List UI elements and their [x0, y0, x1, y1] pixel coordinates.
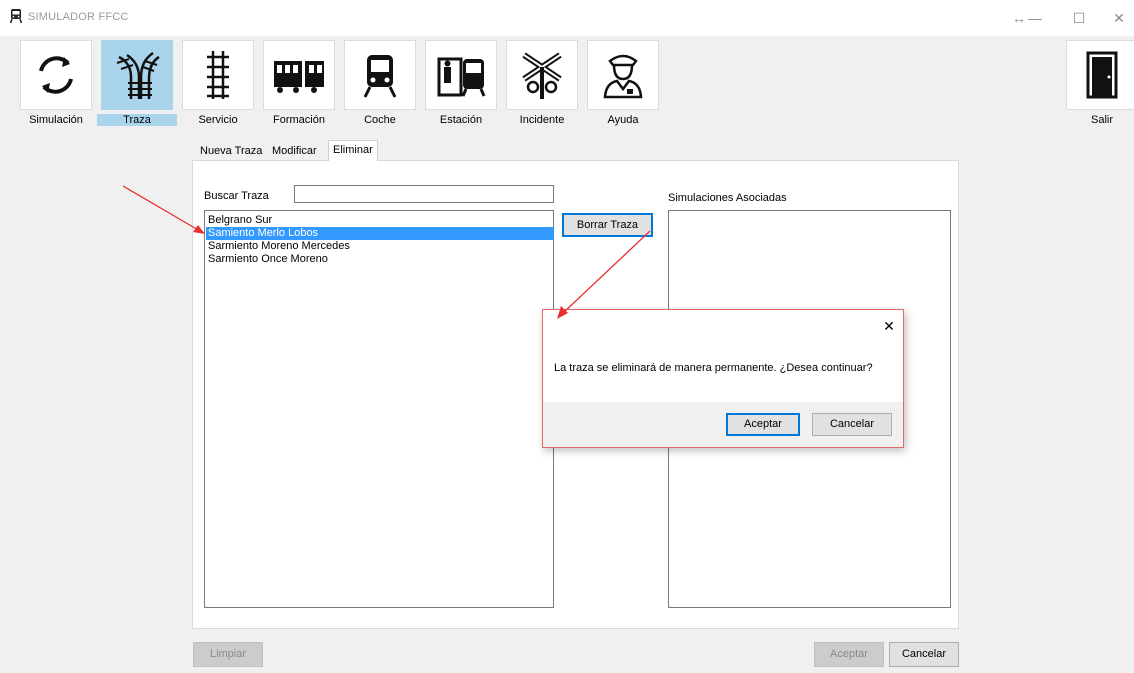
dialog-accept-button[interactable]: Aceptar: [726, 413, 800, 436]
toolbar-label-ayuda: Ayuda: [607, 114, 639, 126]
refresh-icon: [39, 56, 73, 94]
list-item[interactable]: Sarmiento Moreno Mercedes: [206, 240, 554, 253]
station-tool-button[interactable]: [425, 40, 497, 110]
railroad-crossing-icon: [522, 52, 562, 99]
toolbar-label-salir: Salir: [1090, 114, 1113, 126]
train-cars-icon: [274, 61, 324, 93]
incident-tool-button[interactable]: [506, 40, 578, 110]
window-title: SIMULADOR FFCC: [28, 11, 129, 23]
footer-accept-button[interactable]: Aceptar: [814, 642, 884, 667]
dialog-footer: Aceptar Cancelar: [543, 402, 903, 447]
formation-tool-button[interactable]: [263, 40, 335, 110]
list-item-selected[interactable]: Samiento Merlo Lobos: [206, 227, 554, 240]
dialog-close-icon[interactable]: ✕: [879, 316, 899, 336]
conductor-icon: [603, 54, 643, 99]
title-bar: SIMULADOR FFCC ↔ — ☐ ✕: [0, 0, 1134, 36]
tab-modificar[interactable]: Modificar: [268, 143, 321, 160]
dialog-cancel-button[interactable]: Cancelar: [812, 413, 892, 436]
toolbar-label-simulacion: Simulación: [29, 114, 83, 126]
help-tool-button[interactable]: [587, 40, 659, 110]
tab-nueva-traza[interactable]: Nueva Traza: [196, 143, 266, 160]
trace-listbox[interactable]: Belgrano Sur Samiento Merlo Lobos Sarmie…: [204, 210, 554, 608]
toolbar-label-traza: Traza: [97, 114, 177, 126]
train-front-icon: [363, 55, 397, 98]
exit-tool-button[interactable]: [1066, 40, 1134, 110]
station-icon: [437, 57, 486, 97]
rail-track-icon: [207, 51, 229, 99]
toolbar-label-servicio: Servicio: [198, 114, 238, 126]
maximize-button[interactable]: ☐: [1064, 8, 1094, 28]
train-icon: [9, 9, 23, 24]
footer-cancel-button[interactable]: Cancelar: [889, 642, 959, 667]
simulation-tool-button[interactable]: [20, 40, 92, 110]
delete-trace-button[interactable]: Borrar Traza: [562, 213, 653, 237]
search-label: Buscar Traza: [204, 190, 269, 202]
search-input[interactable]: [294, 185, 554, 203]
toolbar-label-incidente: Incidente: [519, 114, 565, 126]
door-icon: [1086, 51, 1118, 99]
tab-eliminar[interactable]: Eliminar: [328, 140, 378, 161]
annotation-arrow-icon: [122, 185, 201, 232]
toolbar-label-estacion: Estación: [439, 114, 483, 126]
dialog-message: La traza se eliminará de manera permanen…: [554, 362, 873, 374]
service-tool-button[interactable]: [182, 40, 254, 110]
list-item[interactable]: Sarmiento Once Moreno: [206, 253, 554, 266]
toolbar-label-coche: Coche: [364, 114, 396, 126]
clear-button[interactable]: Limpiar: [193, 642, 263, 667]
coach-tool-button[interactable]: [344, 40, 416, 110]
close-button[interactable]: ✕: [1104, 8, 1134, 28]
toolbar-label-formacion: Formación: [273, 114, 325, 126]
list-item[interactable]: Belgrano Sur: [206, 214, 554, 227]
trace-tool-button[interactable]: [101, 40, 173, 110]
minimize-button[interactable]: —: [1020, 8, 1050, 28]
railroad-switch-icon: [116, 51, 160, 99]
confirm-dialog: ✕ La traza se eliminará de manera perman…: [542, 309, 904, 448]
associated-simulations-label: Simulaciones Asociadas: [668, 192, 787, 204]
